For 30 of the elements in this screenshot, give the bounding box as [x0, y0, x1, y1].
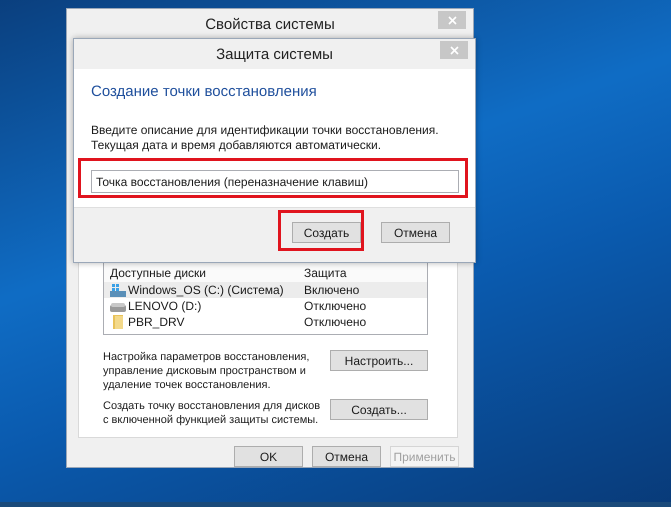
drive-row[interactable]: Windows_OS (C:) (Система) Включено — [104, 282, 427, 298]
drive-row[interactable]: PBR_DRV Отключено — [104, 314, 427, 330]
protection-status: Включено — [304, 283, 360, 297]
dialog-button[interactable]: OK — [234, 446, 303, 467]
protection-status: Отключено — [304, 315, 366, 329]
description-input[interactable]: Точка восстановления (переназначение клавиш) — [91, 170, 459, 193]
dialog-title: Защита системы — [216, 46, 333, 62]
close-icon — [450, 46, 458, 54]
window-title: Свойства системы — [205, 16, 335, 32]
dialog-description: Введите описание для идентификации точки восстановления. Текущая дата и время добавляются автоматически. — [91, 123, 440, 153]
action-description: Настройка параметров восстановления, управление дисковым пространством и удаление точек восстановления. — [103, 350, 310, 392]
column-header[interactable]: Защита — [304, 266, 347, 280]
close-button[interactable] — [440, 41, 468, 59]
drive-name: LENOVO (D:) — [128, 299, 202, 313]
close-button[interactable] — [438, 11, 466, 29]
dialog-button[interactable]: Отмена — [312, 446, 381, 467]
drive-name: Windows_OS (C:) (Система) — [128, 283, 284, 297]
action-description: Создать точку восстановления для дисков с включенной функцией защиты системы. — [103, 399, 322, 427]
drive-row[interactable]: LENOVO (D:) Отключено — [104, 298, 427, 314]
protection-status: Отключено — [304, 299, 366, 313]
close-icon — [448, 16, 456, 24]
action-button[interactable]: Создать... — [330, 399, 428, 420]
system-drive-icon — [110, 283, 126, 297]
dialog-button[interactable]: Создать — [292, 222, 361, 243]
folder-icon — [110, 315, 126, 329]
column-header[interactable]: Доступные диски — [110, 266, 206, 280]
drive-name: PBR_DRV — [128, 315, 184, 329]
action-button[interactable]: Настроить... — [330, 350, 428, 371]
dialog-heading: Создание точки восстановления — [91, 83, 318, 100]
dialog-button[interactable]: Отмена — [381, 222, 450, 243]
